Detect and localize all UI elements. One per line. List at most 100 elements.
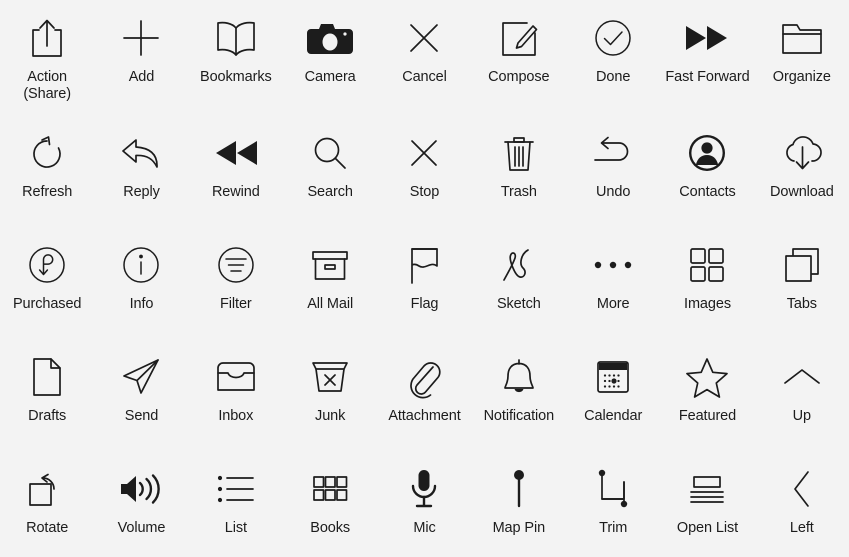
- icon-label: More: [596, 296, 630, 312]
- map-pin-icon: [507, 463, 531, 515]
- inbox-icon: [215, 351, 257, 403]
- icon-cell-rewind[interactable]: Rewind: [189, 115, 283, 227]
- icon-cell-trim[interactable]: Trim: [566, 451, 660, 557]
- icon-grid: Action (Share) Add Bookmarks Camera Canc…: [0, 0, 849, 557]
- icon-label: Volume: [117, 520, 166, 536]
- icon-label: Trash: [500, 184, 537, 200]
- icon-cell-left[interactable]: Left: [755, 451, 849, 557]
- icon-cell-calendar[interactable]: Calendar: [566, 339, 660, 451]
- icon-cell-trash[interactable]: Trash: [472, 115, 566, 227]
- icon-label: Search: [307, 184, 353, 200]
- icon-cell-rotate[interactable]: Rotate: [0, 451, 94, 557]
- icon-cell-action-share[interactable]: Action (Share): [0, 0, 94, 115]
- filter-icon: [215, 239, 257, 291]
- tabs-icon: [782, 239, 822, 291]
- trim-icon: [593, 463, 633, 515]
- icon-cell-filter[interactable]: Filter: [189, 227, 283, 339]
- fast-forward-icon: [683, 12, 731, 64]
- icon-label: Tabs: [786, 296, 817, 312]
- icon-label: Compose: [488, 69, 550, 85]
- icon-label: Rotate: [26, 520, 69, 536]
- icon-cell-done[interactable]: Done: [566, 0, 660, 115]
- drafts-icon: [30, 351, 64, 403]
- icon-cell-up[interactable]: Up: [755, 339, 849, 451]
- icon-label: Drafts: [28, 408, 67, 424]
- rewind-icon: [212, 127, 260, 179]
- icon-cell-download[interactable]: Download: [755, 115, 849, 227]
- done-icon: [592, 12, 634, 64]
- icon-cell-compose[interactable]: Compose: [472, 0, 566, 115]
- icon-cell-featured[interactable]: Featured: [660, 339, 754, 451]
- icon-label: Refresh: [22, 184, 73, 200]
- icon-label: Open List: [676, 520, 739, 536]
- icon-cell-search[interactable]: Search: [283, 115, 377, 227]
- icon-cell-notification[interactable]: Notification: [472, 339, 566, 451]
- icon-label: Map Pin: [492, 520, 546, 536]
- icon-label: Flag: [410, 296, 439, 312]
- icon-cell-junk[interactable]: Junk: [283, 339, 377, 451]
- icon-cell-more[interactable]: More: [566, 227, 660, 339]
- icon-label: Trim: [599, 520, 628, 536]
- icon-cell-info[interactable]: Info: [94, 227, 188, 339]
- reply-icon: [119, 127, 163, 179]
- icon-label: Bookmarks: [200, 69, 272, 85]
- organize-icon: [780, 12, 824, 64]
- add-icon: [120, 12, 162, 64]
- icon-label: Inbox: [218, 408, 254, 424]
- icon-cell-send[interactable]: Send: [94, 339, 188, 451]
- icon-cell-tabs[interactable]: Tabs: [755, 227, 849, 339]
- icon-cell-reply[interactable]: Reply: [94, 115, 188, 227]
- icon-cell-refresh[interactable]: Refresh: [0, 115, 94, 227]
- icon-cell-camera[interactable]: Camera: [283, 0, 377, 115]
- icon-cell-flag[interactable]: Flag: [377, 227, 471, 339]
- icon-label: List: [224, 520, 247, 536]
- icon-cell-add[interactable]: Add: [94, 0, 188, 115]
- compose-icon: [498, 12, 540, 64]
- icon-cell-organize[interactable]: Organize: [755, 0, 849, 115]
- icon-label: Cancel: [402, 69, 447, 85]
- icon-cell-images[interactable]: Images: [660, 227, 754, 339]
- mic-icon: [408, 463, 440, 515]
- icon-cell-books[interactable]: Books: [283, 451, 377, 557]
- icon-cell-mic[interactable]: Mic: [377, 451, 471, 557]
- icon-label: Mic: [413, 520, 436, 536]
- icon-cell-list[interactable]: List: [189, 451, 283, 557]
- icon-cell-open-list[interactable]: Open List: [660, 451, 754, 557]
- icon-cell-drafts[interactable]: Drafts: [0, 339, 94, 451]
- icon-label: Left: [789, 520, 814, 536]
- icon-label: Undo: [596, 184, 631, 200]
- icon-cell-stop[interactable]: Stop: [377, 115, 471, 227]
- icon-cell-bookmarks[interactable]: Bookmarks: [189, 0, 283, 115]
- icon-label: Camera: [304, 69, 356, 85]
- icon-cell-attachment[interactable]: Attachment: [377, 339, 471, 451]
- left-icon: [789, 463, 815, 515]
- icon-cell-inbox[interactable]: Inbox: [189, 339, 283, 451]
- icon-cell-map-pin[interactable]: Map Pin: [472, 451, 566, 557]
- icon-label: Fast Forward: [665, 69, 750, 85]
- icon-cell-volume[interactable]: Volume: [94, 451, 188, 557]
- images-icon: [688, 239, 726, 291]
- refresh-icon: [28, 127, 66, 179]
- trash-icon: [501, 127, 537, 179]
- icon-label: Done: [596, 69, 631, 85]
- icon-cell-cancel[interactable]: Cancel: [377, 0, 471, 115]
- volume-icon: [118, 463, 164, 515]
- icon-cell-purchased[interactable]: Purchased: [0, 227, 94, 339]
- icon-cell-undo[interactable]: Undo: [566, 115, 660, 227]
- icon-cell-fast-forward[interactable]: Fast Forward: [660, 0, 754, 115]
- icon-label: Info: [129, 296, 154, 312]
- icon-cell-sketch[interactable]: Sketch: [472, 227, 566, 339]
- icon-cell-all-mail[interactable]: All Mail: [283, 227, 377, 339]
- search-icon: [311, 127, 349, 179]
- notification-icon: [500, 351, 538, 403]
- icon-label: Books: [310, 520, 351, 536]
- junk-icon: [310, 351, 350, 403]
- icon-cell-contacts[interactable]: Contacts: [660, 115, 754, 227]
- all-mail-icon: [310, 239, 350, 291]
- action-share-icon: [27, 12, 67, 64]
- icon-label: Contacts: [679, 184, 736, 200]
- camera-icon: [306, 12, 354, 64]
- cancel-icon: [406, 12, 442, 64]
- icon-label: Images: [684, 296, 731, 312]
- bookmarks-icon: [213, 12, 259, 64]
